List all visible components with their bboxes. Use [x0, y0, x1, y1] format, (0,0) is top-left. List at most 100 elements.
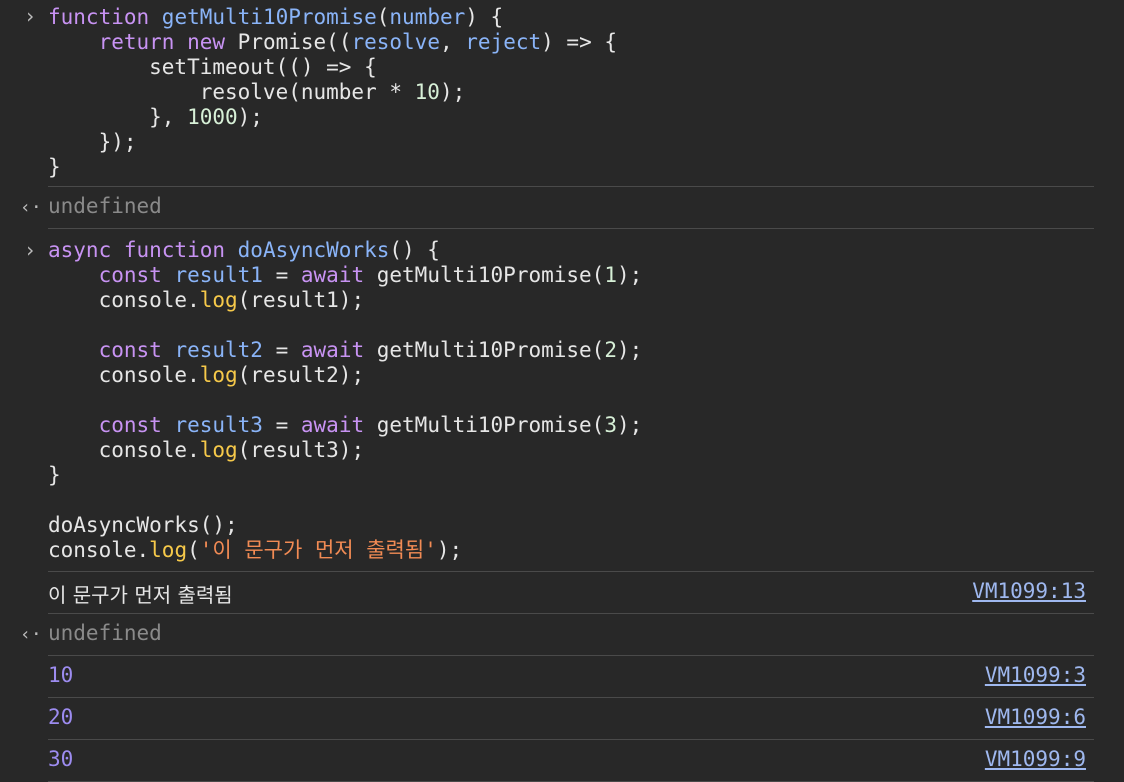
- code-line: console.log(result2);: [48, 363, 1094, 388]
- chevron-right-icon: ›: [23, 238, 37, 262]
- devtools-console: › function getMulti10Promise(number) { r…: [0, 0, 1124, 782]
- code-token: );: [237, 105, 263, 129]
- log-number-value: 20: [48, 705, 74, 729]
- code-token: console.: [48, 363, 200, 387]
- code-block[interactable]: async function doAsyncWorks() { const re…: [48, 238, 1094, 563]
- code-token: 3: [604, 413, 617, 437]
- code-token: (result3);: [237, 438, 365, 462]
- separator: [48, 613, 1094, 614]
- code-token: reject: [465, 30, 542, 54]
- code-token: result2: [174, 338, 263, 362]
- code-token: ) => {: [541, 30, 617, 54]
- code-token: await: [300, 263, 377, 287]
- code-token: resolve(number *: [48, 80, 415, 104]
- source-link[interactable]: VM1099:3: [985, 663, 1086, 687]
- code-line: function getMulti10Promise(number) {: [48, 5, 1094, 30]
- code-token: getMulti10Promise(: [376, 263, 605, 287]
- code-token: }: [48, 463, 61, 487]
- code-token: getMulti10Promise(: [376, 338, 605, 362]
- code-line: }, 1000);: [48, 105, 1094, 130]
- code-token: doAsyncWorks: [237, 238, 390, 262]
- separator: [48, 655, 1094, 656]
- code-token: Promise((: [237, 30, 352, 54]
- chevron-right-icon: ›: [23, 4, 37, 28]
- code-token: () {: [389, 238, 440, 262]
- code-token: =: [262, 413, 301, 437]
- code-token: ,: [439, 30, 466, 54]
- code-token: (: [187, 538, 200, 562]
- code-token: number: [389, 5, 466, 29]
- code-token: return: [98, 30, 188, 54]
- source-link[interactable]: VM1099:13: [972, 579, 1086, 603]
- return-arrow-icon: ‹·: [20, 197, 42, 218]
- code-token: console.: [48, 538, 150, 562]
- separator: [48, 739, 1094, 740]
- return-value-text: undefined: [48, 621, 162, 645]
- code-token: 10: [414, 80, 440, 104]
- separator: [48, 697, 1094, 698]
- code-token: 1: [604, 263, 617, 287]
- code-token: console.: [48, 288, 200, 312]
- code-token: log: [199, 363, 238, 387]
- code-line: return new Promise((resolve, reject) => …: [48, 30, 1094, 55]
- code-line: resolve(number * 10);: [48, 80, 1094, 105]
- code-token: await: [300, 413, 377, 437]
- code-token: const: [98, 263, 175, 287]
- code-token: result1: [174, 263, 263, 287]
- source-link[interactable]: VM1099:9: [985, 747, 1086, 771]
- code-token: doAsyncWorks();: [48, 513, 238, 537]
- code-token: );: [436, 538, 463, 562]
- code-line: });: [48, 130, 1094, 155]
- code-token: setTimeout(() => {: [48, 55, 377, 79]
- code-token: log: [199, 288, 238, 312]
- return-arrow-icon: ‹·: [20, 624, 42, 645]
- code-token: function: [123, 238, 238, 262]
- log-number-value: 30: [48, 747, 74, 771]
- code-token: =: [262, 263, 301, 287]
- code-token: console.: [48, 438, 200, 462]
- code-line: const result2 = await getMulti10Promise(…: [48, 338, 1094, 363]
- code-token: (result2);: [237, 363, 365, 387]
- separator: [48, 228, 1094, 229]
- source-link[interactable]: VM1099:6: [985, 705, 1086, 729]
- log-number-value: 10: [48, 663, 74, 687]
- code-line: const result1 = await getMulti10Promise(…: [48, 263, 1094, 288]
- code-token: ) {: [465, 5, 504, 29]
- code-token: (result1);: [237, 288, 365, 312]
- code-block[interactable]: function getMulti10Promise(number) { ret…: [48, 5, 1094, 180]
- code-token: resolve: [351, 30, 440, 54]
- code-token: 2: [604, 338, 617, 362]
- code-line: const result3 = await getMulti10Promise(…: [48, 413, 1094, 438]
- code-token: function: [48, 5, 162, 29]
- code-token: }: [48, 155, 61, 179]
- code-token: log: [149, 538, 188, 562]
- code-token: =: [262, 338, 301, 362]
- code-token: new: [187, 30, 238, 54]
- return-value-text: undefined: [48, 194, 162, 218]
- code-token: log: [199, 438, 238, 462]
- code-line: }: [48, 463, 1094, 488]
- code-line: console.log(result1);: [48, 288, 1094, 313]
- separator: [48, 186, 1094, 187]
- log-message-text: 이 문구가 먼저 출력됨: [48, 583, 233, 607]
- code-line: console.log('이 문구가 먼저 출력됨');: [48, 538, 1094, 563]
- code-token: },: [48, 105, 188, 129]
- code-token: });: [48, 130, 137, 154]
- code-line: setTimeout(() => {: [48, 55, 1094, 80]
- code-token: (: [376, 5, 390, 29]
- code-token: );: [616, 413, 643, 437]
- code-token: 1000: [187, 105, 238, 129]
- code-token: async: [48, 238, 124, 262]
- code-token: '이 문구가 먼저 출력됨': [199, 538, 437, 562]
- code-token: const: [98, 338, 175, 362]
- code-line: async function doAsyncWorks() {: [48, 238, 1094, 263]
- code-token: await: [300, 338, 377, 362]
- code-token: getMulti10Promise(: [376, 413, 605, 437]
